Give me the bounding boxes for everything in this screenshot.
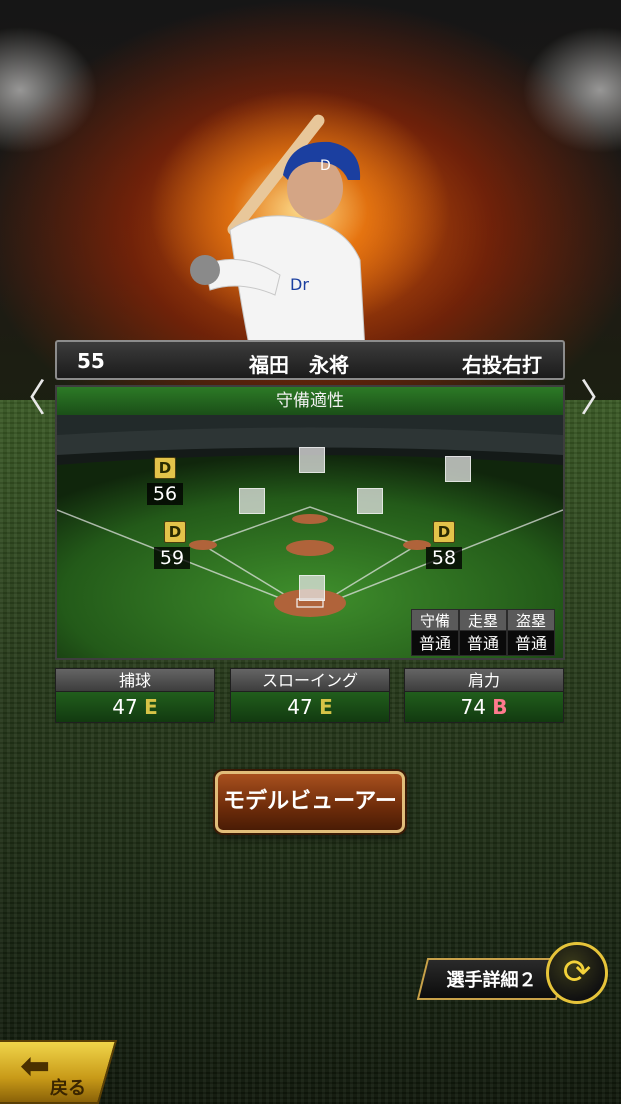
shortstop-slot [239,488,265,514]
stat-catching-label: 捕球 [55,668,215,692]
left-field-value: 56 [147,483,183,505]
back-button-label: 戻る [50,1078,86,1099]
stat-catching: 捕球 47 E [55,668,215,724]
model-viewer-button[interactable]: モデルビューアー [215,771,405,833]
catcher-slot [299,575,325,601]
right-field-slot [445,456,471,482]
baserunning-ability-value: 普通 [459,631,507,656]
stat-arm-strength-label: 肩力 [404,668,564,692]
stat-arm-strength-value-row: 74 B [404,692,564,723]
defense-aptitude-title: 守備適性 [57,387,563,416]
stealing-ability: 盗塁 普通 [507,609,555,657]
player-number: 55 [77,349,105,373]
baserunning-ability: 走塁 普通 [459,609,507,657]
third-base-grade: D [164,521,186,543]
stat-throwing: スローイング 47 E [230,668,390,724]
stat-catching-value-row: 47 E [55,692,215,723]
throw-bat-hand: 右投右打 [462,353,542,377]
stat-throwing-grade: E [319,695,333,719]
center-field-slot [299,447,325,473]
svg-text:Dr: Dr [290,275,309,294]
stat-arm-strength: 肩力 74 B [404,668,564,724]
stealing-ability-value: 普通 [507,631,555,656]
stat-arm-strength-value: 74 [460,695,486,719]
back-arrow-icon: ⬅ [20,1046,51,1087]
player-detail-2-label: 選手詳細２ [446,970,537,991]
first-base-grade: D [433,521,455,543]
player-name: 福田 永将 [249,353,349,377]
player-name-bar: 55 福田 永将 右投右打 [55,340,565,380]
left-field-grade: D [154,457,176,479]
second-base-slot [357,488,383,514]
prev-player-arrow-icon[interactable]: 〈 [8,378,46,418]
defense-ability-label: 守備 [411,609,459,631]
svg-text:D: D [320,158,331,174]
refresh-cycle-icon[interactable]: ⟳ [546,942,608,1004]
defense-ability: 守備 普通 [411,609,459,657]
third-base-value: 59 [154,547,190,569]
player-image: D Dr [190,114,366,350]
player-detail-2-tab[interactable]: 選手詳細２ [416,958,568,1000]
stat-throwing-label: スローイング [230,668,390,692]
next-player-arrow-icon[interactable]: 〉 [580,378,618,418]
stat-throwing-value: 47 [287,695,313,719]
baserunning-ability-label: 走塁 [459,609,507,631]
stat-catching-grade: E [144,695,158,719]
stat-catching-value: 47 [112,695,138,719]
first-base-value: 58 [426,547,462,569]
defense-aptitude-panel: 守備適性 D 56 D 59 D 58 守備 普通 走塁 普通 盗塁 普通 [55,385,565,660]
stat-arm-strength-grade: B [492,695,508,719]
stat-throwing-value-row: 47 E [230,692,390,723]
stealing-ability-label: 盗塁 [507,609,555,631]
defense-ability-value: 普通 [411,631,459,656]
